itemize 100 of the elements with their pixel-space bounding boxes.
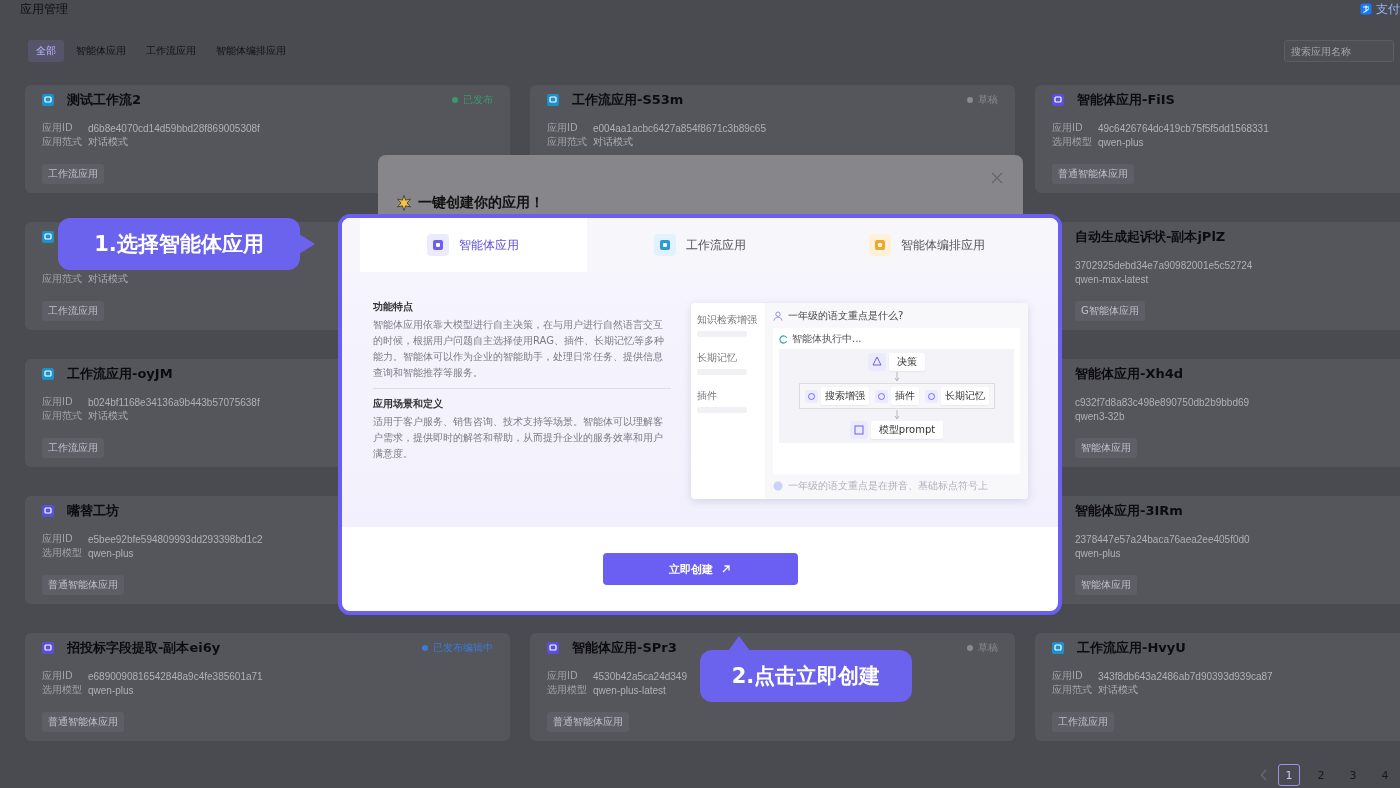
app-icon: [42, 94, 54, 106]
app-type-tab[interactable]: 智能体应用: [360, 218, 587, 272]
flow-node: 决策: [889, 353, 925, 371]
type-tag: 普通智能体应用: [42, 575, 124, 595]
field-label: 应用范式: [42, 272, 82, 286]
app-icon: [1052, 642, 1064, 654]
field-value: qwen-max-latest: [1075, 273, 1149, 285]
step-tooltip: 1.选择智能体应用: [58, 218, 300, 270]
tool-icon: [924, 389, 938, 403]
app-type-tab[interactable]: 工作流应用: [586, 218, 814, 272]
app-title: 测试工作流2: [67, 91, 142, 109]
type-tag: 智能体应用: [1075, 438, 1137, 458]
type-tag: 工作流应用: [42, 164, 104, 184]
status-label: 已发布: [463, 93, 493, 107]
app-icon: [547, 94, 559, 106]
field-value: c932f7d8a83c498e890750db2b9bbd69: [1075, 396, 1250, 408]
section-heading: 功能特点: [373, 300, 414, 314]
field-value: qwen3-32b: [1075, 410, 1125, 422]
app-card[interactable]: 测试工作流2 已发布 应用ID d6b8e4070cd14d59bbd28f869005308f 应用范式 对话模式 工作流应用: [25, 85, 510, 193]
type-tag: 智能体应用: [1075, 575, 1137, 595]
field-value: 对话模式: [88, 135, 128, 149]
field-value: qwen-plus: [1075, 547, 1121, 559]
sidebar-label: 长期记忆: [697, 351, 738, 365]
pointer-icon: [728, 636, 750, 651]
app-card[interactable]: 工作流应用-HvyU 应用ID 343f8db643a2486ab7d90393d939ca87 应用范式 对话模式 工作流应用: [1035, 633, 1400, 741]
loading-icon: [779, 334, 788, 344]
sparkle-icon: [396, 195, 412, 211]
field-label: 应用ID: [547, 121, 579, 135]
field-value: 对话模式: [88, 272, 128, 286]
field-value: 343f8db643a2486ab7d90393d939ca87: [1098, 670, 1273, 682]
field-label: 应用ID: [42, 669, 74, 683]
field-label: 应用ID: [1052, 121, 1084, 135]
pointer-icon: [299, 234, 315, 254]
app-card[interactable]: 招投标字段提取-副本ei6y 已发布编辑中 应用ID e6890090816542848a9c4fe385601a71 选用模型 qwen-plus 普通智能体应用: [25, 633, 510, 741]
field-label: 选用模型: [42, 546, 82, 560]
decision-icon: [868, 353, 886, 371]
field-value: e6890090816542848a9c4fe385601a71: [88, 670, 263, 682]
field-label: 应用范式: [547, 135, 587, 149]
arrow-icon: [721, 564, 731, 574]
field-value: 对话模式: [1098, 683, 1138, 697]
type-tag: 普通智能体应用: [547, 712, 629, 732]
type-tag: G智能体应用: [1075, 301, 1145, 321]
field-label: 应用ID: [1052, 669, 1084, 683]
app-title: 智能体应用-Xh4d: [1075, 365, 1184, 383]
app-title: 嘴替工坊: [67, 502, 119, 520]
app-icon: [42, 231, 54, 243]
app-title: 工作流应用-HvyU: [1077, 639, 1186, 657]
app-icon: [1052, 94, 1064, 106]
field-label: 选用模型: [1052, 135, 1092, 149]
app-type-icon: [654, 234, 676, 256]
filter-tab[interactable]: 全部: [28, 40, 64, 62]
app-title: 智能体应用-FiIS: [1077, 91, 1175, 109]
field-label: 应用ID: [547, 669, 579, 683]
answer-icon: [773, 481, 783, 491]
app-type-icon: [427, 234, 450, 256]
create-button[interactable]: 立即创建: [602, 553, 798, 585]
type-tag: 普通智能体应用: [42, 712, 124, 732]
tool-icon: [874, 389, 888, 403]
model-icon: [849, 421, 868, 439]
field-label: 应用ID: [42, 532, 74, 546]
field-label: 应用范式: [42, 409, 82, 423]
type-tag: 普通智能体应用: [1052, 164, 1134, 184]
search-field[interactable]: 搜索应用名称: [1284, 40, 1394, 62]
app-type-tab[interactable]: 智能体编排应用: [813, 218, 1040, 272]
question-text: 一年级的语文重点是什么?: [788, 309, 904, 323]
app-title: 工作流应用-oyJM: [67, 365, 173, 383]
pay-icon: [1360, 3, 1372, 15]
field-value: e5bee92bfe594809993dd293398bd1c2: [88, 533, 263, 545]
app-icon: [42, 642, 54, 654]
sidebar-label: 知识检索增强: [697, 313, 758, 327]
field-value: qwen-plus: [88, 684, 134, 696]
field-value: 49c6426764dc419cb75f5f5dd1568331: [1098, 122, 1269, 134]
sidebar-label: 插件: [697, 389, 718, 403]
app-icon: [547, 642, 559, 654]
modal-title: 一键创建你的应用！: [418, 194, 544, 212]
field-value: qwen-plus: [88, 547, 134, 559]
field-value: qwen-plus-latest: [593, 684, 666, 696]
field-value: 2378447e57a24baca76aea2ee405f0d0: [1075, 533, 1250, 545]
field-label: 选用模型: [42, 683, 82, 697]
field-value: b024bf1168e34136a9b443b57075638f: [88, 396, 260, 408]
field-value: qwen-plus: [1098, 136, 1144, 148]
type-tag: 工作流应用: [1052, 712, 1114, 732]
field-label: 应用范式: [42, 135, 82, 149]
account-link[interactable]: 支付: [1376, 0, 1400, 18]
field-label: 选用模型: [547, 683, 587, 697]
close-icon[interactable]: [991, 172, 1003, 184]
app-type-icon: [868, 234, 891, 256]
app-title: 智能体应用-SPr3: [572, 639, 677, 657]
page-button[interactable]: 1: [1278, 764, 1300, 786]
user-icon: [773, 311, 783, 321]
field-value: 对话模式: [593, 135, 633, 149]
flow-node: 长期记忆: [940, 387, 989, 405]
tool-icon: [804, 389, 818, 403]
app-card[interactable]: 智能体应用-FiIS 应用ID 49c6426764dc419cb75f5f5dd1568331 选用模型 qwen-plus 普通智能体应用: [1035, 85, 1400, 193]
app-title: 智能体应用-3IRm: [1075, 502, 1183, 520]
app-title: 工作流应用-S53m: [572, 91, 684, 109]
app-icon: [42, 505, 54, 517]
field-value: e004aa1acbc6427a854f8671c3b89c65: [593, 122, 766, 134]
connector-arrow: [893, 372, 900, 382]
app-title: 自动生成起诉状-副本jPlZ: [1075, 228, 1226, 246]
